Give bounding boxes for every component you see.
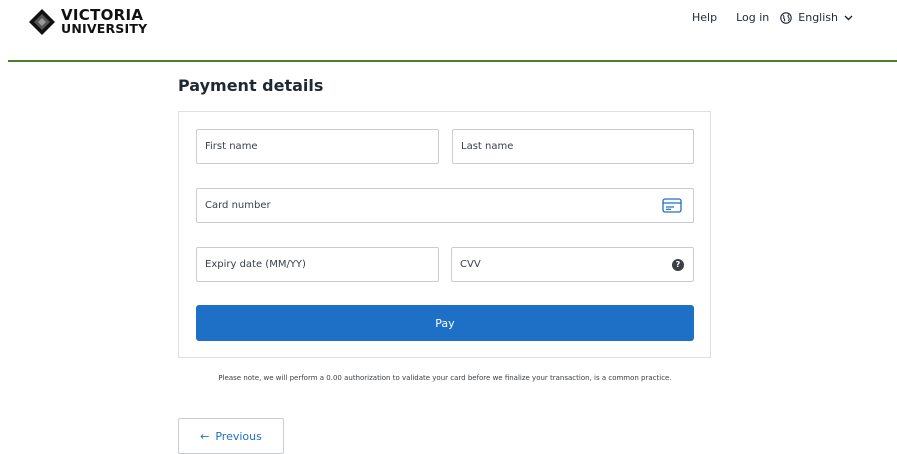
logo-text: VICTORIA UNIVERSITY (61, 8, 147, 36)
previous-button[interactable]: ← Previous (178, 418, 284, 454)
logo-line-1: VICTORIA (61, 6, 144, 24)
logo-diamond-icon (29, 9, 55, 35)
question-icon[interactable]: ? (672, 259, 684, 271)
payment-form-card: ? Pay (178, 111, 711, 358)
previous-label: Previous (215, 429, 262, 443)
university-logo[interactable]: VICTORIA UNIVERSITY (29, 8, 147, 36)
top-nav: Help Log in English (692, 11, 859, 24)
header-divider (8, 60, 897, 62)
first-name-field[interactable] (196, 129, 439, 164)
credit-card-icon (662, 198, 682, 217)
help-link[interactable]: Help (692, 11, 717, 24)
arrow-left-icon: ← (200, 429, 210, 443)
cvv-field[interactable]: ? (451, 247, 694, 282)
page-title: Payment details (178, 76, 324, 95)
cvv-input[interactable] (452, 248, 693, 281)
card-number-input[interactable] (197, 189, 693, 222)
first-name-input[interactable] (197, 130, 438, 163)
chevron-down-icon (844, 15, 853, 20)
authorization-note: Please note, we will perform a 0.00 auth… (218, 374, 672, 382)
login-link[interactable]: Log in (736, 11, 769, 24)
globe-icon (780, 11, 793, 24)
site-header: VICTORIA UNIVERSITY Help Log in English (0, 0, 897, 60)
language-selector[interactable]: English (780, 11, 859, 24)
card-number-field[interactable] (196, 188, 694, 223)
pay-button[interactable]: Pay (196, 305, 694, 341)
last-name-field[interactable] (452, 129, 694, 164)
language-label: English (798, 11, 838, 24)
expiry-date-input[interactable] (197, 248, 438, 281)
logo-line-2: UNIVERSITY (61, 21, 148, 36)
expiry-date-field[interactable] (196, 247, 439, 282)
last-name-input[interactable] (453, 130, 693, 163)
